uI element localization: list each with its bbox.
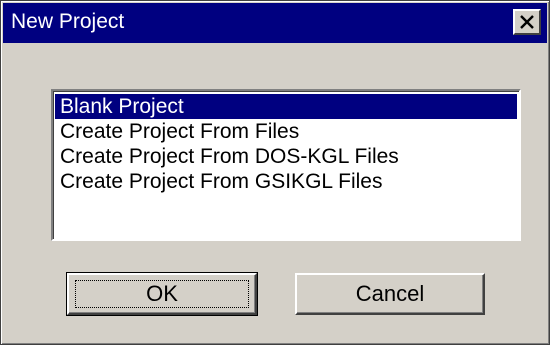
ok-button-label: OK <box>146 281 178 306</box>
list-item-from-files[interactable]: Create Project From Files <box>55 119 517 144</box>
window-title: New Project <box>11 10 125 33</box>
close-button[interactable] <box>513 9 541 35</box>
title-bar[interactable]: New Project <box>3 3 547 43</box>
project-type-list[interactable]: Blank Project Create Project From Files … <box>51 89 521 241</box>
ok-button[interactable]: OK <box>66 272 258 316</box>
list-item-from-gsikgl-files[interactable]: Create Project From GSIKGL Files <box>55 169 517 194</box>
cancel-button-label: Cancel <box>355 281 425 306</box>
new-project-dialog: New Project Blank Project Create Project… <box>0 0 550 345</box>
cancel-button[interactable]: Cancel <box>295 273 485 315</box>
list-item-from-dos-kgl-files[interactable]: Create Project From DOS-KGL Files <box>55 144 517 169</box>
list-item-blank-project[interactable]: Blank Project <box>55 94 517 119</box>
close-icon <box>520 15 534 29</box>
